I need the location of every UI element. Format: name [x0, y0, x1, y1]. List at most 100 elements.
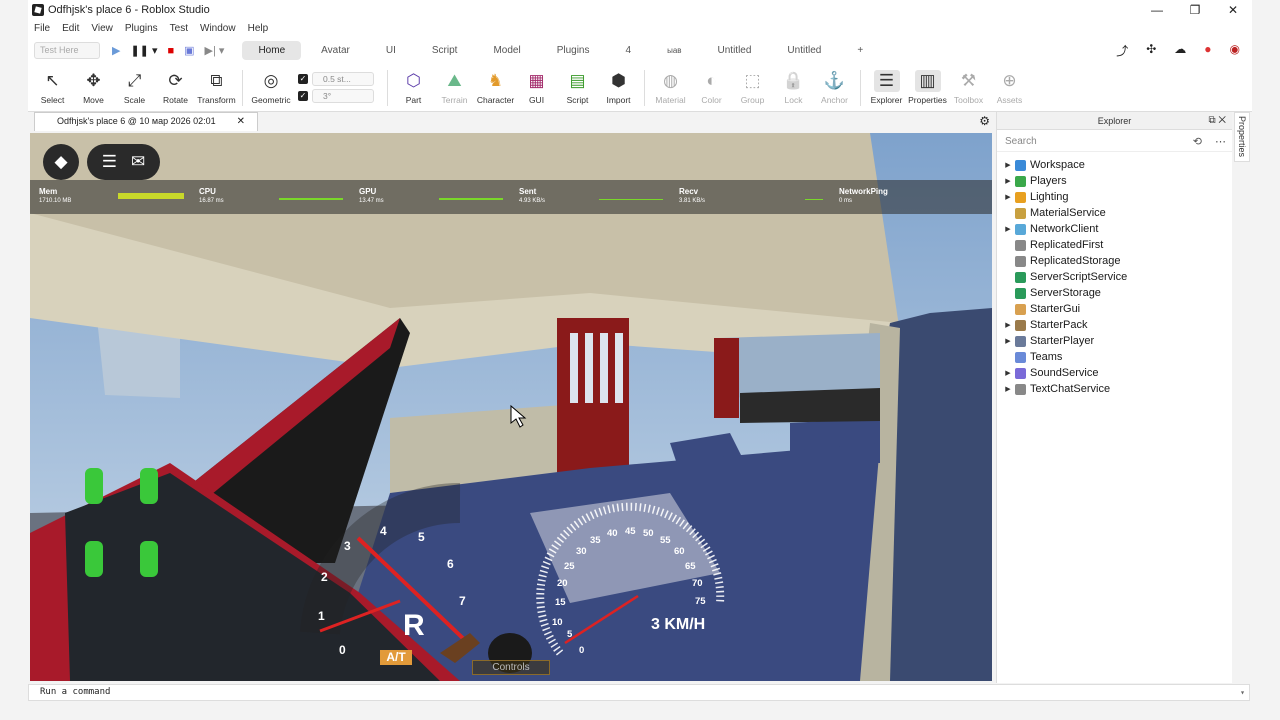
hamburger-menu-icon[interactable]: ☰: [102, 152, 117, 172]
toolbox-tool[interactable]: ⚒ Toolbox: [948, 70, 989, 105]
more-icon[interactable]: ⋯: [1215, 136, 1226, 148]
history-icon[interactable]: ⟲: [1193, 136, 1202, 148]
tab-ui[interactable]: UI: [370, 41, 412, 60]
scale-tool[interactable]: ⤢ Scale: [114, 70, 155, 105]
roblox-menu-button[interactable]: ◆: [43, 144, 79, 180]
explorer-item-teams[interactable]: Teams: [997, 349, 1232, 365]
explorer-item-label: ServerScriptService: [1030, 271, 1128, 283]
move-tool[interactable]: ✥ Move: [73, 70, 114, 105]
explorer-item-label: NetworkClient: [1030, 223, 1099, 235]
group-tool[interactable]: ⬚ Group: [732, 70, 773, 105]
command-bar-input[interactable]: Run a command ▾: [28, 684, 1250, 701]
import-tool[interactable]: ⬢ Import: [598, 70, 639, 105]
controls-button[interactable]: Controls: [472, 660, 550, 675]
chevron-down-icon[interactable]: ▾: [1240, 685, 1245, 700]
move-snap-checkbox[interactable]: ✓: [298, 74, 308, 84]
assets-tool[interactable]: ⊕ Assets: [989, 70, 1030, 105]
explorer-item-materialservice[interactable]: MaterialService: [997, 205, 1232, 221]
close-panel-icon[interactable]: ✕: [1218, 115, 1226, 126]
close-tab-icon[interactable]: ✕: [237, 113, 245, 130]
viewport-settings-icon[interactable]: ⚙: [979, 114, 990, 128]
expand-arrow-icon[interactable]: ▶: [1001, 385, 1015, 393]
expand-arrow-icon[interactable]: ▶: [1001, 161, 1015, 169]
terrain-tool[interactable]: ⛰ Terrain: [434, 70, 475, 105]
step-icon[interactable]: ▶| ▾: [205, 44, 225, 57]
test-here-dropdown[interactable]: Test Here: [34, 42, 100, 59]
explorer-search-input[interactable]: Search ⟲ ⋯: [997, 132, 1232, 152]
expand-arrow-icon[interactable]: ▶: [1001, 369, 1015, 377]
expand-arrow-icon[interactable]: ▶: [1001, 193, 1015, 201]
script-tool[interactable]: ▤ Script: [557, 70, 598, 105]
play-icon[interactable]: ▶: [112, 44, 120, 57]
expand-arrow-icon[interactable]: ▶: [1001, 321, 1015, 329]
cloud-icon[interactable]: ☁: [1174, 42, 1186, 59]
share-icon[interactable]: ⤴: [1116, 42, 1128, 59]
game-viewport[interactable]: ◆ ☰ ✉ Mem 1710.10 MB CPU 16.87 ms GPU 13.47…: [30, 133, 992, 681]
move-snap-input[interactable]: 0.5 st...: [312, 72, 374, 86]
explorer-item-starterplayer[interactable]: ▶ StarterPlayer: [997, 333, 1232, 349]
stop-icon[interactable]: ■: [167, 45, 174, 57]
character-tool[interactable]: ♞ Character: [475, 70, 516, 105]
menu-view[interactable]: View: [85, 23, 119, 34]
popout-icon[interactable]: ⧉: [1208, 115, 1215, 126]
pause-icon[interactable]: ❚❚ ▾: [130, 44, 157, 57]
menu-edit[interactable]: Edit: [56, 23, 85, 34]
explorer-item-serverscriptservice[interactable]: ServerScriptService: [997, 269, 1232, 285]
menu-window[interactable]: Window: [194, 23, 242, 34]
rotate-snap-input[interactable]: 3°: [312, 89, 374, 103]
expand-arrow-icon[interactable]: ▶: [1001, 177, 1015, 185]
notifications-icon[interactable]: ●: [1204, 42, 1211, 59]
replicatedfirst-icon: [1015, 239, 1026, 251]
explorer-item-players[interactable]: ▶ Players: [997, 173, 1232, 189]
collaborate-icon[interactable]: ✣: [1146, 42, 1156, 59]
lock-tool[interactable]: 🔒 Lock: [773, 70, 814, 105]
rotate-tool[interactable]: ⟳ Rotate: [155, 70, 196, 105]
explorer-item-soundservice[interactable]: ▶ SoundService: [997, 365, 1232, 381]
tab-model[interactable]: Model: [477, 41, 536, 60]
tab-4[interactable]: 4: [610, 41, 648, 60]
explorer-item-replicatedstorage[interactable]: ReplicatedStorage: [997, 253, 1232, 269]
anchor-tool[interactable]: ⚓ Anchor: [814, 70, 855, 105]
explorer-item-networkclient[interactable]: ▶ NetworkClient: [997, 221, 1232, 237]
chat-icon[interactable]: ✉: [131, 152, 145, 172]
document-tab[interactable]: Odfhjsk's place 6 @ 10 мар 2026 02:01 ✕: [34, 112, 258, 131]
material-tool[interactable]: ◍ Material: [650, 70, 691, 105]
menu-plugins[interactable]: Plugins: [119, 23, 164, 34]
rotate-snap-checkbox[interactable]: ✓: [298, 91, 308, 101]
maximize-button[interactable]: ❐: [1176, 3, 1214, 17]
tab-script[interactable]: Script: [416, 41, 474, 60]
explorer-item-workspace[interactable]: ▶ Workspace: [997, 157, 1232, 173]
explorer-item-startergui[interactable]: StarterGui: [997, 301, 1232, 317]
explorer-item-starterpack[interactable]: ▶ StarterPack: [997, 317, 1232, 333]
expand-arrow-icon[interactable]: ▶: [1001, 337, 1015, 345]
properties-side-tab[interactable]: Properties: [1234, 112, 1250, 162]
select-tool[interactable]: ↖ Select: [32, 70, 73, 105]
add-tab-button[interactable]: +: [841, 41, 879, 60]
expand-arrow-icon[interactable]: ▶: [1001, 225, 1015, 233]
gui-icon: ▦: [528, 71, 545, 90]
minimize-button[interactable]: —: [1138, 3, 1176, 17]
menu-file[interactable]: File: [28, 23, 56, 34]
explorer-item-lighting[interactable]: ▶ Lighting: [997, 189, 1232, 205]
menu-help[interactable]: Help: [242, 23, 275, 34]
avatar[interactable]: ◉: [1230, 42, 1240, 59]
gui-tool[interactable]: ▦ GUI: [516, 70, 557, 105]
explorer-tool[interactable]: ☰ Explorer: [866, 70, 907, 105]
geometric-tool[interactable]: ◎ Geometric: [248, 70, 294, 105]
tab-untitled-2[interactable]: Untitled: [771, 41, 837, 60]
screen-icon[interactable]: ▣: [184, 44, 194, 57]
part-tool[interactable]: ⬡ Part: [393, 70, 434, 105]
menu-test[interactable]: Test: [164, 23, 194, 34]
tab-home[interactable]: Home: [242, 41, 302, 60]
explorer-item-textchatservice[interactable]: ▶ TextChatService: [997, 381, 1232, 397]
tab-avatar[interactable]: Avatar: [305, 41, 366, 60]
tab-untitled-1[interactable]: Untitled: [702, 41, 768, 60]
close-button[interactable]: ✕: [1214, 3, 1252, 17]
explorer-item-serverstorage[interactable]: ServerStorage: [997, 285, 1232, 301]
transform-tool[interactable]: ⧉ Transform: [196, 70, 237, 105]
tab-plugins[interactable]: Plugins: [541, 41, 606, 60]
color-tool[interactable]: ◐ Color: [691, 70, 732, 105]
explorer-item-replicatedfirst[interactable]: ReplicatedFirst: [997, 237, 1232, 253]
properties-tool[interactable]: ▥ Properties: [907, 70, 948, 105]
tab-custom[interactable]: ыав: [651, 41, 697, 60]
